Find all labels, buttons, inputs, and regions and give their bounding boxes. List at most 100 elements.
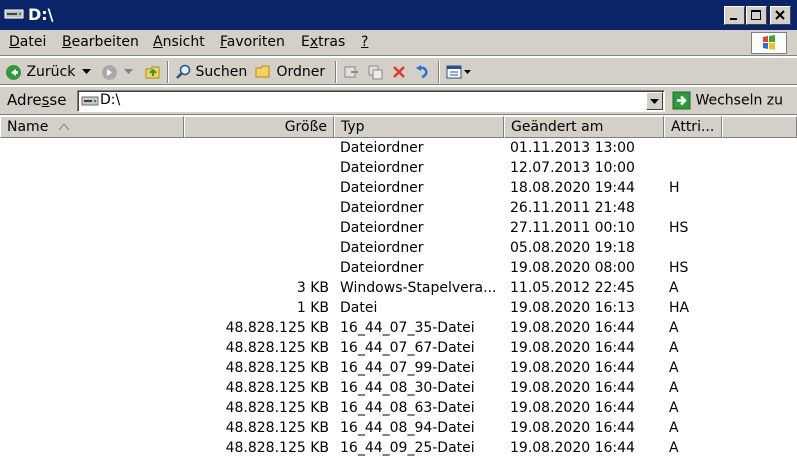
file-size: 48.828.125 KB — [225, 360, 329, 376]
file-type: Dateiordner — [340, 160, 424, 176]
file-row[interactable]: x.16_44_08_9448.828.125 KB16_44_08_94-Da… — [0, 418, 797, 438]
file-size: 48.828.125 KB — [225, 420, 329, 436]
dropdown-arrow-icon — [82, 69, 91, 74]
toolbar-separator — [438, 61, 440, 83]
forward-dropdown[interactable] — [124, 62, 133, 82]
chevron-down-icon — [650, 99, 659, 104]
file-type: Dateiordner — [340, 260, 424, 276]
menu-ansicht[interactable]: Ansicht — [153, 34, 205, 50]
file-attributes: A — [669, 420, 679, 436]
file-row[interactable]: DEDateiordner18.08.2020 19:44H — [0, 178, 797, 198]
menu-help[interactable]: ? — [361, 34, 368, 50]
file-modified: 12.07.2013 10:00 — [510, 160, 635, 176]
undo-button[interactable] — [414, 62, 431, 82]
menu-datei[interactable]: Datei — [9, 34, 46, 50]
file-modified: 19.08.2020 16:44 — [510, 320, 635, 336]
file-row[interactable]: sharesDateiordner05.08.2020 19:18 — [0, 238, 797, 258]
search-label: Suchen — [195, 64, 248, 80]
file-size: 48.828.125 KB — [225, 320, 329, 336]
delete-button[interactable] — [391, 62, 407, 82]
minimize-button[interactable] — [724, 6, 745, 25]
file-list: Name Größe Typ Geändert am Attri... 45f2… — [0, 116, 797, 470]
file-type: Dateiordner — [340, 240, 424, 256]
file-attributes: HS — [669, 260, 689, 276]
copy-to-icon — [368, 65, 383, 80]
column-header-modified[interactable]: Geändert am — [504, 116, 664, 138]
file-size: 48.828.125 KB — [225, 380, 329, 396]
file-type: 16_44_07_35-Datei — [340, 320, 475, 336]
back-button[interactable]: Zurück — [5, 62, 75, 82]
search-button[interactable]: Suchen — [175, 62, 247, 82]
delete-x-icon — [393, 66, 405, 78]
file-type: 16_44_09_25-Datei — [340, 440, 475, 456]
file-attributes: A — [669, 320, 679, 336]
file-row[interactable]: x.16_44_07_9948.828.125 KB16_44_07_99-Da… — [0, 358, 797, 378]
toolbar-separator — [335, 61, 337, 83]
file-modified: 26.11.2011 21:48 — [510, 200, 635, 216]
file-row[interactable]: RECYCLERDateiordner27.11.2011 00:10HS — [0, 218, 797, 238]
file-size: 48.828.125 KB — [225, 440, 329, 456]
views-button[interactable] — [446, 62, 472, 82]
file-modified: 05.08.2020 19:18 — [510, 240, 635, 256]
file-type: Windows-Stapelvera... — [340, 280, 497, 296]
dropdown-arrow-icon — [124, 69, 133, 74]
go-button[interactable]: Wechseln zu — [672, 91, 783, 110]
windows-logo — [751, 32, 787, 54]
file-row[interactable]: System Volume Inf...Dateiordner19.08.202… — [0, 258, 797, 278]
file-attributes: A — [669, 340, 679, 356]
file-type: Dateiordner — [340, 140, 424, 156]
address-label: Adresse — [7, 91, 67, 109]
file-attributes: A — [669, 400, 679, 416]
file-row[interactable]: QSM_VolumeID1 KBDatei19.08.2020 16:13HA — [0, 298, 797, 318]
file-attributes: A — [669, 280, 679, 296]
back-label: Zurück — [26, 64, 76, 80]
menu-favoriten[interactable]: Favoriten — [220, 34, 285, 50]
file-row[interactable]: dd.bat3 KBWindows-Stapelvera...11.05.201… — [0, 278, 797, 298]
file-modified: 18.08.2020 19:44 — [510, 180, 635, 196]
file-row[interactable]: 45f2cd47f4eb09a7d...Dateiordner01.11.201… — [0, 138, 797, 158]
drive-icon — [4, 9, 24, 19]
file-attributes: HS — [669, 220, 689, 236]
column-header-row: Name Größe Typ Geändert am Attri... — [0, 116, 797, 138]
views-icon — [446, 65, 471, 79]
address-input[interactable]: D:\ — [77, 90, 665, 112]
maximize-button[interactable] — [746, 6, 767, 25]
move-to-button[interactable] — [343, 62, 360, 82]
up-button[interactable] — [144, 62, 162, 82]
file-row[interactable]: x.16_44_07_3548.828.125 KB16_44_07_35-Da… — [0, 318, 797, 338]
file-attributes: A — [669, 360, 679, 376]
folders-button[interactable]: Ordner — [255, 62, 325, 82]
address-value: D:\ — [100, 92, 121, 108]
file-attributes: A — [669, 380, 679, 396]
back-dropdown[interactable] — [82, 62, 91, 82]
file-row[interactable]: foldersDateiordner26.11.2011 21:48 — [0, 198, 797, 218]
go-label: Wechseln zu — [695, 92, 784, 109]
forward-button[interactable] — [101, 62, 118, 82]
column-header-name[interactable]: Name — [0, 116, 184, 138]
folder-up-icon — [145, 66, 160, 79]
menu-extras[interactable]: Extras — [301, 34, 345, 50]
menu-bearbeiten[interactable]: Bearbeiten — [62, 34, 139, 50]
file-type: 16_44_07_99-Datei — [340, 360, 475, 376]
standard-toolbar: Zurück Suchen Ordner — [0, 57, 797, 85]
file-row[interactable]: 2911df4807f4a374...Dateiordner12.07.2013… — [0, 158, 797, 178]
column-header-size[interactable]: Größe — [184, 116, 334, 138]
file-modified: 27.11.2011 00:10 — [510, 220, 635, 236]
file-row[interactable]: x.16_44_08_3048.828.125 KB16_44_08_30-Da… — [0, 378, 797, 398]
windows-flag-icon — [763, 35, 775, 50]
column-header-attributes[interactable]: Attri... — [664, 116, 722, 138]
file-attributes: A — [669, 440, 679, 456]
file-type: Dateiordner — [340, 180, 424, 196]
file-row[interactable]: x.16_44_07_6748.828.125 KB16_44_07_67-Da… — [0, 338, 797, 358]
file-type: 16_44_07_67-Datei — [340, 340, 475, 356]
close-icon — [775, 10, 785, 20]
close-button[interactable] — [770, 6, 791, 25]
copy-to-button[interactable] — [367, 62, 384, 82]
file-row[interactable]: x.16_44_09_2548.828.125 KB16_44_09_25-Da… — [0, 438, 797, 458]
file-type: Dateiordner — [340, 200, 424, 216]
file-row[interactable]: x.16_44_08_6348.828.125 KB16_44_08_63-Da… — [0, 398, 797, 418]
column-header-type[interactable]: Typ — [334, 116, 504, 138]
address-dropdown-button[interactable] — [646, 92, 663, 110]
file-modified: 19.08.2020 16:44 — [510, 340, 635, 356]
file-size: 48.828.125 KB — [225, 340, 329, 356]
